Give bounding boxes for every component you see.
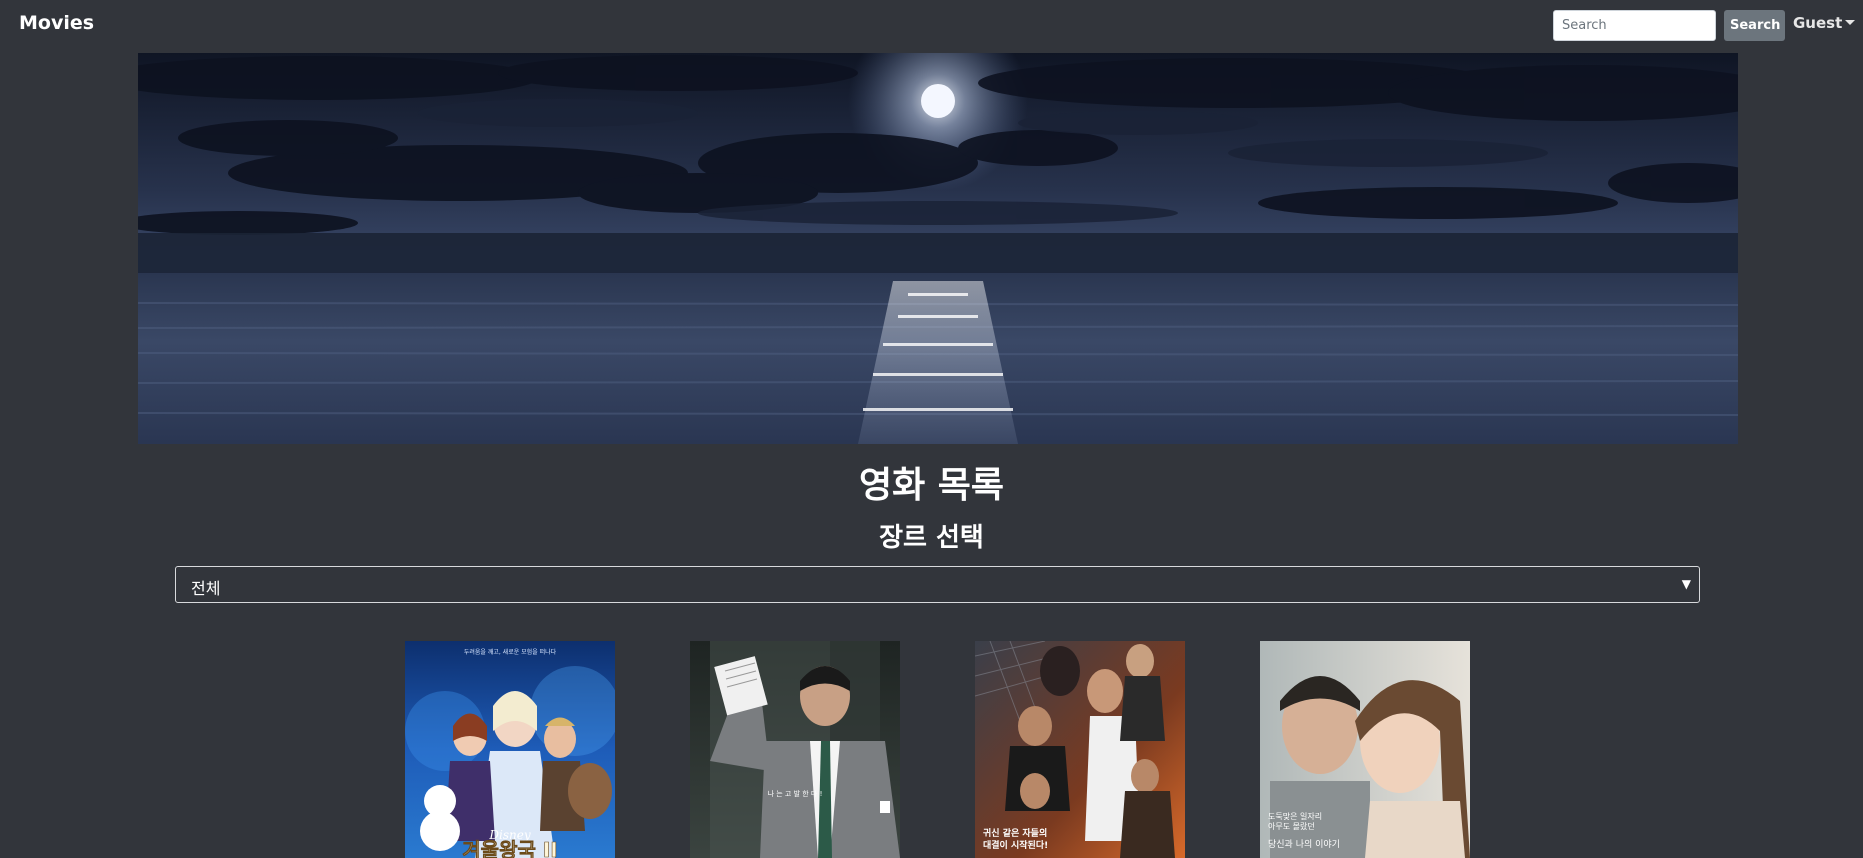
- poster-4-tagline-2: 아무도 몰랐던: [1268, 821, 1315, 831]
- poster-4-tagline-3: 당신과 나의 이야기: [1268, 839, 1340, 850]
- poster-3-tagline-2: 대결이 시작된다!: [983, 839, 1048, 851]
- genre-select[interactable]: 전체 ▼: [175, 566, 1700, 603]
- page-title: 영화 목록: [858, 465, 1004, 506]
- poster-3-tagline-1: 귀신 같은 자들의: [983, 827, 1047, 839]
- search-input[interactable]: [1553, 10, 1716, 41]
- user-label: Guest: [1793, 14, 1843, 32]
- poster-2-mid-text: 나 는 고 발 한 다 !: [768, 789, 823, 798]
- hero-banner: [138, 53, 1738, 444]
- poster-4-tagline-1: 도둑맞은 일자리: [1268, 811, 1322, 821]
- poster-1-title: 겨울왕국 II: [462, 838, 557, 858]
- poster-1-top-text: 두려움을 깨고, 새로운 모험을 떠나다: [464, 648, 557, 656]
- user-dropdown[interactable]: Guest: [1793, 14, 1856, 32]
- brand-link[interactable]: Movies: [19, 12, 94, 34]
- search-button[interactable]: Search: [1724, 10, 1785, 41]
- navbar: Movies Search Guest: [0, 0, 1863, 50]
- caret-down-icon: [1845, 19, 1856, 25]
- genre-heading: 장르 선택: [879, 523, 984, 553]
- movie-poster-2[interactable]: 나 는 고 발 한 다 !: [690, 641, 900, 858]
- chevron-down-icon: ▼: [1681, 577, 1691, 591]
- genre-select-value: 전체: [191, 579, 221, 598]
- movie-poster-1[interactable]: 두려움을 깨고, 새로운 모험을 떠나다 Disney 겨울왕국 II: [405, 641, 615, 858]
- movie-poster-3[interactable]: 귀신 같은 자들의 대결이 시작된다!: [975, 641, 1185, 858]
- movie-poster-4[interactable]: 도둑맞은 일자리 아무도 몰랐던 당신과 나의 이야기: [1260, 641, 1470, 858]
